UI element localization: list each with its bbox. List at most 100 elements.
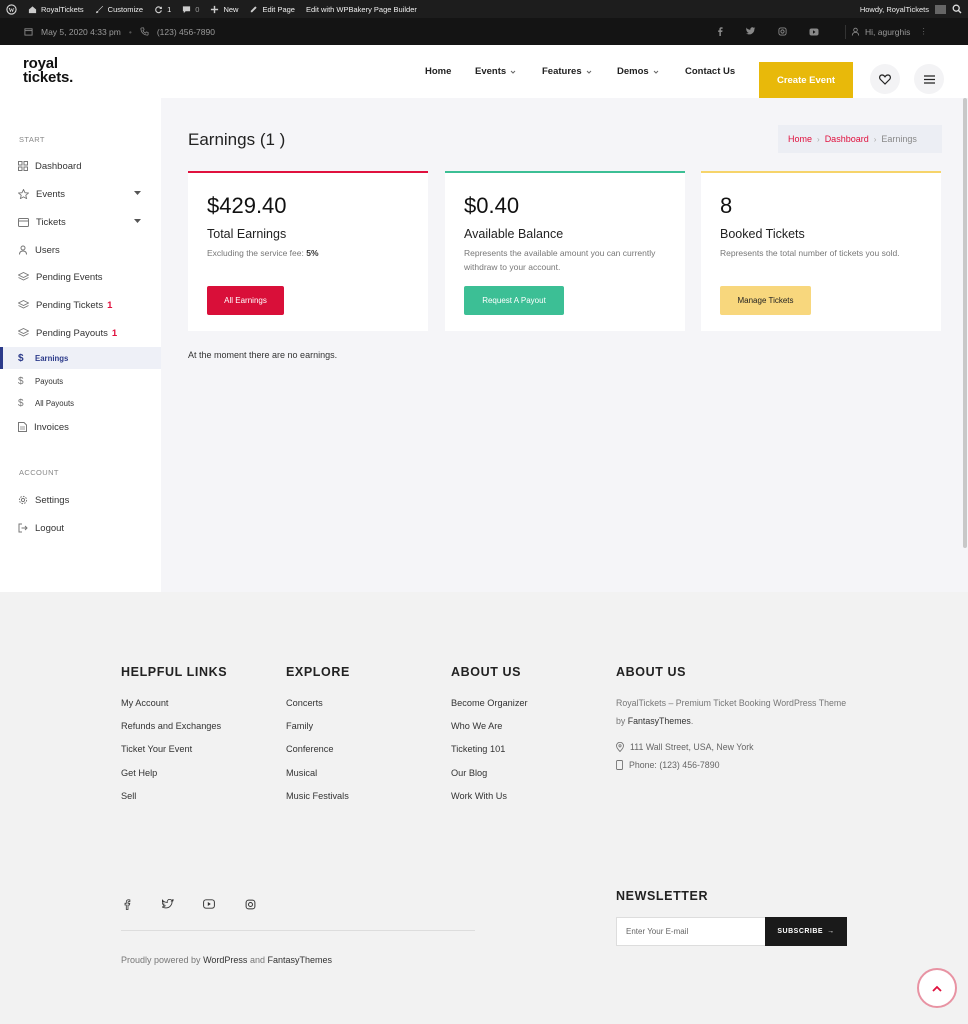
nav-demos[interactable]: Demos <box>617 45 660 98</box>
admin-customize-link[interactable]: Customize <box>95 5 143 14</box>
request-payout-button[interactable]: Request A Payout <box>464 286 564 315</box>
footer-link[interactable]: Work With Us <box>451 791 507 801</box>
sidebar-item-settings[interactable]: Settings <box>0 489 161 511</box>
footer-link[interactable]: Our Blog <box>451 768 487 778</box>
sidebar-item-invoices[interactable]: Invoices <box>0 416 161 438</box>
available-balance-amount: $0.40 <box>464 193 520 218</box>
footer-link[interactable]: Refunds and Exchanges <box>121 721 221 731</box>
layers-icon <box>18 300 29 309</box>
scrollbar[interactable] <box>963 98 967 548</box>
footer-heading-helpful: HELPFUL LINKS <box>121 665 228 679</box>
fantasythemes-link[interactable]: FantasyThemes <box>267 955 332 965</box>
all-earnings-button[interactable]: All Earnings <box>207 286 284 315</box>
breadcrumb-current: Earnings <box>881 134 917 144</box>
footer-heading-newsletter: NEWSLETTER <box>616 889 709 903</box>
subscribe-button[interactable]: SUBSCRIBE → <box>765 917 847 946</box>
footer-link[interactable]: Who We Are <box>451 721 502 731</box>
create-event-button[interactable]: Create Event <box>759 62 853 98</box>
instagram-icon[interactable] <box>778 27 787 36</box>
site-logo[interactable]: royal tickets. <box>23 56 73 85</box>
footer-link[interactable]: Get Help <box>121 768 157 778</box>
refresh-icon <box>155 5 163 13</box>
admin-comments-link[interactable]: 0 <box>182 5 199 14</box>
newsletter-email-input[interactable]: Enter Your E-mail <box>616 917 766 946</box>
nav-events[interactable]: Events <box>475 45 517 98</box>
admin-howdy-link[interactable]: Howdy, RoyalTickets <box>860 5 929 14</box>
users-icon <box>19 245 27 255</box>
document-icon <box>18 422 27 432</box>
footer-link[interactable]: Become Organizer <box>451 698 528 708</box>
logout-icon <box>18 523 28 533</box>
sidebar-item-tickets[interactable]: Tickets <box>0 211 161 233</box>
footer-link[interactable]: Family <box>286 721 313 731</box>
footer-link[interactable]: Concerts <box>286 698 323 708</box>
nav-features[interactable]: Features <box>542 45 593 98</box>
booked-tickets-count: 8 <box>720 193 733 218</box>
card-title: Total Earnings <box>207 227 287 241</box>
home-icon <box>28 5 37 13</box>
breadcrumb-home[interactable]: Home <box>788 134 812 144</box>
nav-contact-us[interactable]: Contact Us <box>685 45 735 98</box>
sidebar-item-pending-tickets[interactable]: Pending Tickets 1 <box>0 294 161 316</box>
sidebar-item-dashboard[interactable]: Dashboard <box>0 155 161 177</box>
booked-tickets-card: 8 Booked Tickets Represents the total nu… <box>701 171 941 331</box>
manage-tickets-button[interactable]: Manage Tickets <box>720 286 811 315</box>
page-title: Earnings (1 ) <box>188 130 286 149</box>
mobile-phone-icon <box>616 760 623 770</box>
youtube-icon[interactable] <box>203 899 215 909</box>
admin-avatar[interactable] <box>935 4 946 14</box>
sidebar-item-pending-events[interactable]: Pending Events <box>0 266 161 288</box>
user-greeting[interactable]: Hi, agurghis <box>865 27 910 37</box>
hamburger-icon <box>923 74 935 84</box>
more-vertical-icon[interactable]: ⋮ <box>919 26 928 37</box>
footer-link[interactable]: My Account <box>121 698 169 708</box>
admin-site-link[interactable]: RoyalTickets <box>28 5 84 14</box>
dot-separator: • <box>128 26 132 37</box>
sidebar-item-logout[interactable]: Logout <box>0 517 161 539</box>
layers-icon <box>18 328 29 337</box>
footer-link[interactable]: Ticket Your Event <box>121 744 192 754</box>
footer-divider <box>121 930 475 931</box>
footer-link[interactable]: Sell <box>121 791 136 801</box>
admin-new-link[interactable]: New <box>210 5 238 14</box>
user-icon <box>851 27 860 36</box>
search-icon[interactable] <box>952 4 962 14</box>
facebook-icon[interactable] <box>123 899 131 910</box>
sidebar-item-payouts[interactable]: $ Payouts <box>0 370 161 392</box>
footer-credits: Proudly powered by WordPress and Fantasy… <box>121 955 333 965</box>
sidebar-item-all-payouts[interactable]: $ All Payouts <box>0 392 161 414</box>
wordpress-logo-icon[interactable]: W <box>6 3 17 15</box>
breadcrumb: Home › Dashboard › Earnings <box>778 125 942 153</box>
menu-button[interactable] <box>914 64 944 94</box>
footer-heading-about-text: ABOUT US <box>616 665 687 679</box>
chevron-down-icon <box>510 70 516 74</box>
footer-link[interactable]: Conference <box>286 744 334 754</box>
instagram-icon[interactable] <box>245 899 256 910</box>
twitter-icon[interactable] <box>746 27 756 36</box>
sidebar-item-events[interactable]: Events <box>0 183 161 205</box>
footer-link[interactable]: Musical <box>286 768 317 778</box>
heart-icon <box>879 73 891 85</box>
wordpress-link[interactable]: WordPress <box>203 955 247 965</box>
back-to-top-button[interactable] <box>917 968 957 1008</box>
calendar-icon <box>24 28 33 36</box>
youtube-icon[interactable] <box>809 28 819 36</box>
admin-wpbakery-link[interactable]: Edit with WPBakery Page Builder <box>306 5 417 14</box>
sidebar-item-users[interactable]: Users <box>0 239 161 261</box>
admin-updates-link[interactable]: 1 <box>154 5 171 14</box>
chevron-down-icon <box>586 70 591 74</box>
card-description: Represents the total number of tickets y… <box>720 248 900 258</box>
sidebar-item-earnings[interactable]: $ Earnings <box>0 347 161 369</box>
footer-link[interactable]: Ticketing 101 <box>451 744 505 754</box>
nav-home[interactable]: Home <box>425 45 451 98</box>
breadcrumb-dashboard[interactable]: Dashboard <box>825 134 869 144</box>
footer-address: 111 Wall Street, USA, New York <box>616 742 754 752</box>
wishlist-button[interactable] <box>870 64 900 94</box>
footer-brand-link[interactable]: FantasyThemes <box>628 716 691 726</box>
twitter-icon[interactable] <box>162 899 174 910</box>
sidebar-item-pending-payouts[interactable]: Pending Payouts 1 <box>0 322 161 344</box>
admin-edit-page-link[interactable]: Edit Page <box>249 5 295 14</box>
facebook-icon[interactable] <box>716 27 724 36</box>
footer-link[interactable]: Music Festivals <box>286 791 349 801</box>
footer-about-text: RoyalTickets – Premium Ticket Booking Wo… <box>616 698 847 726</box>
